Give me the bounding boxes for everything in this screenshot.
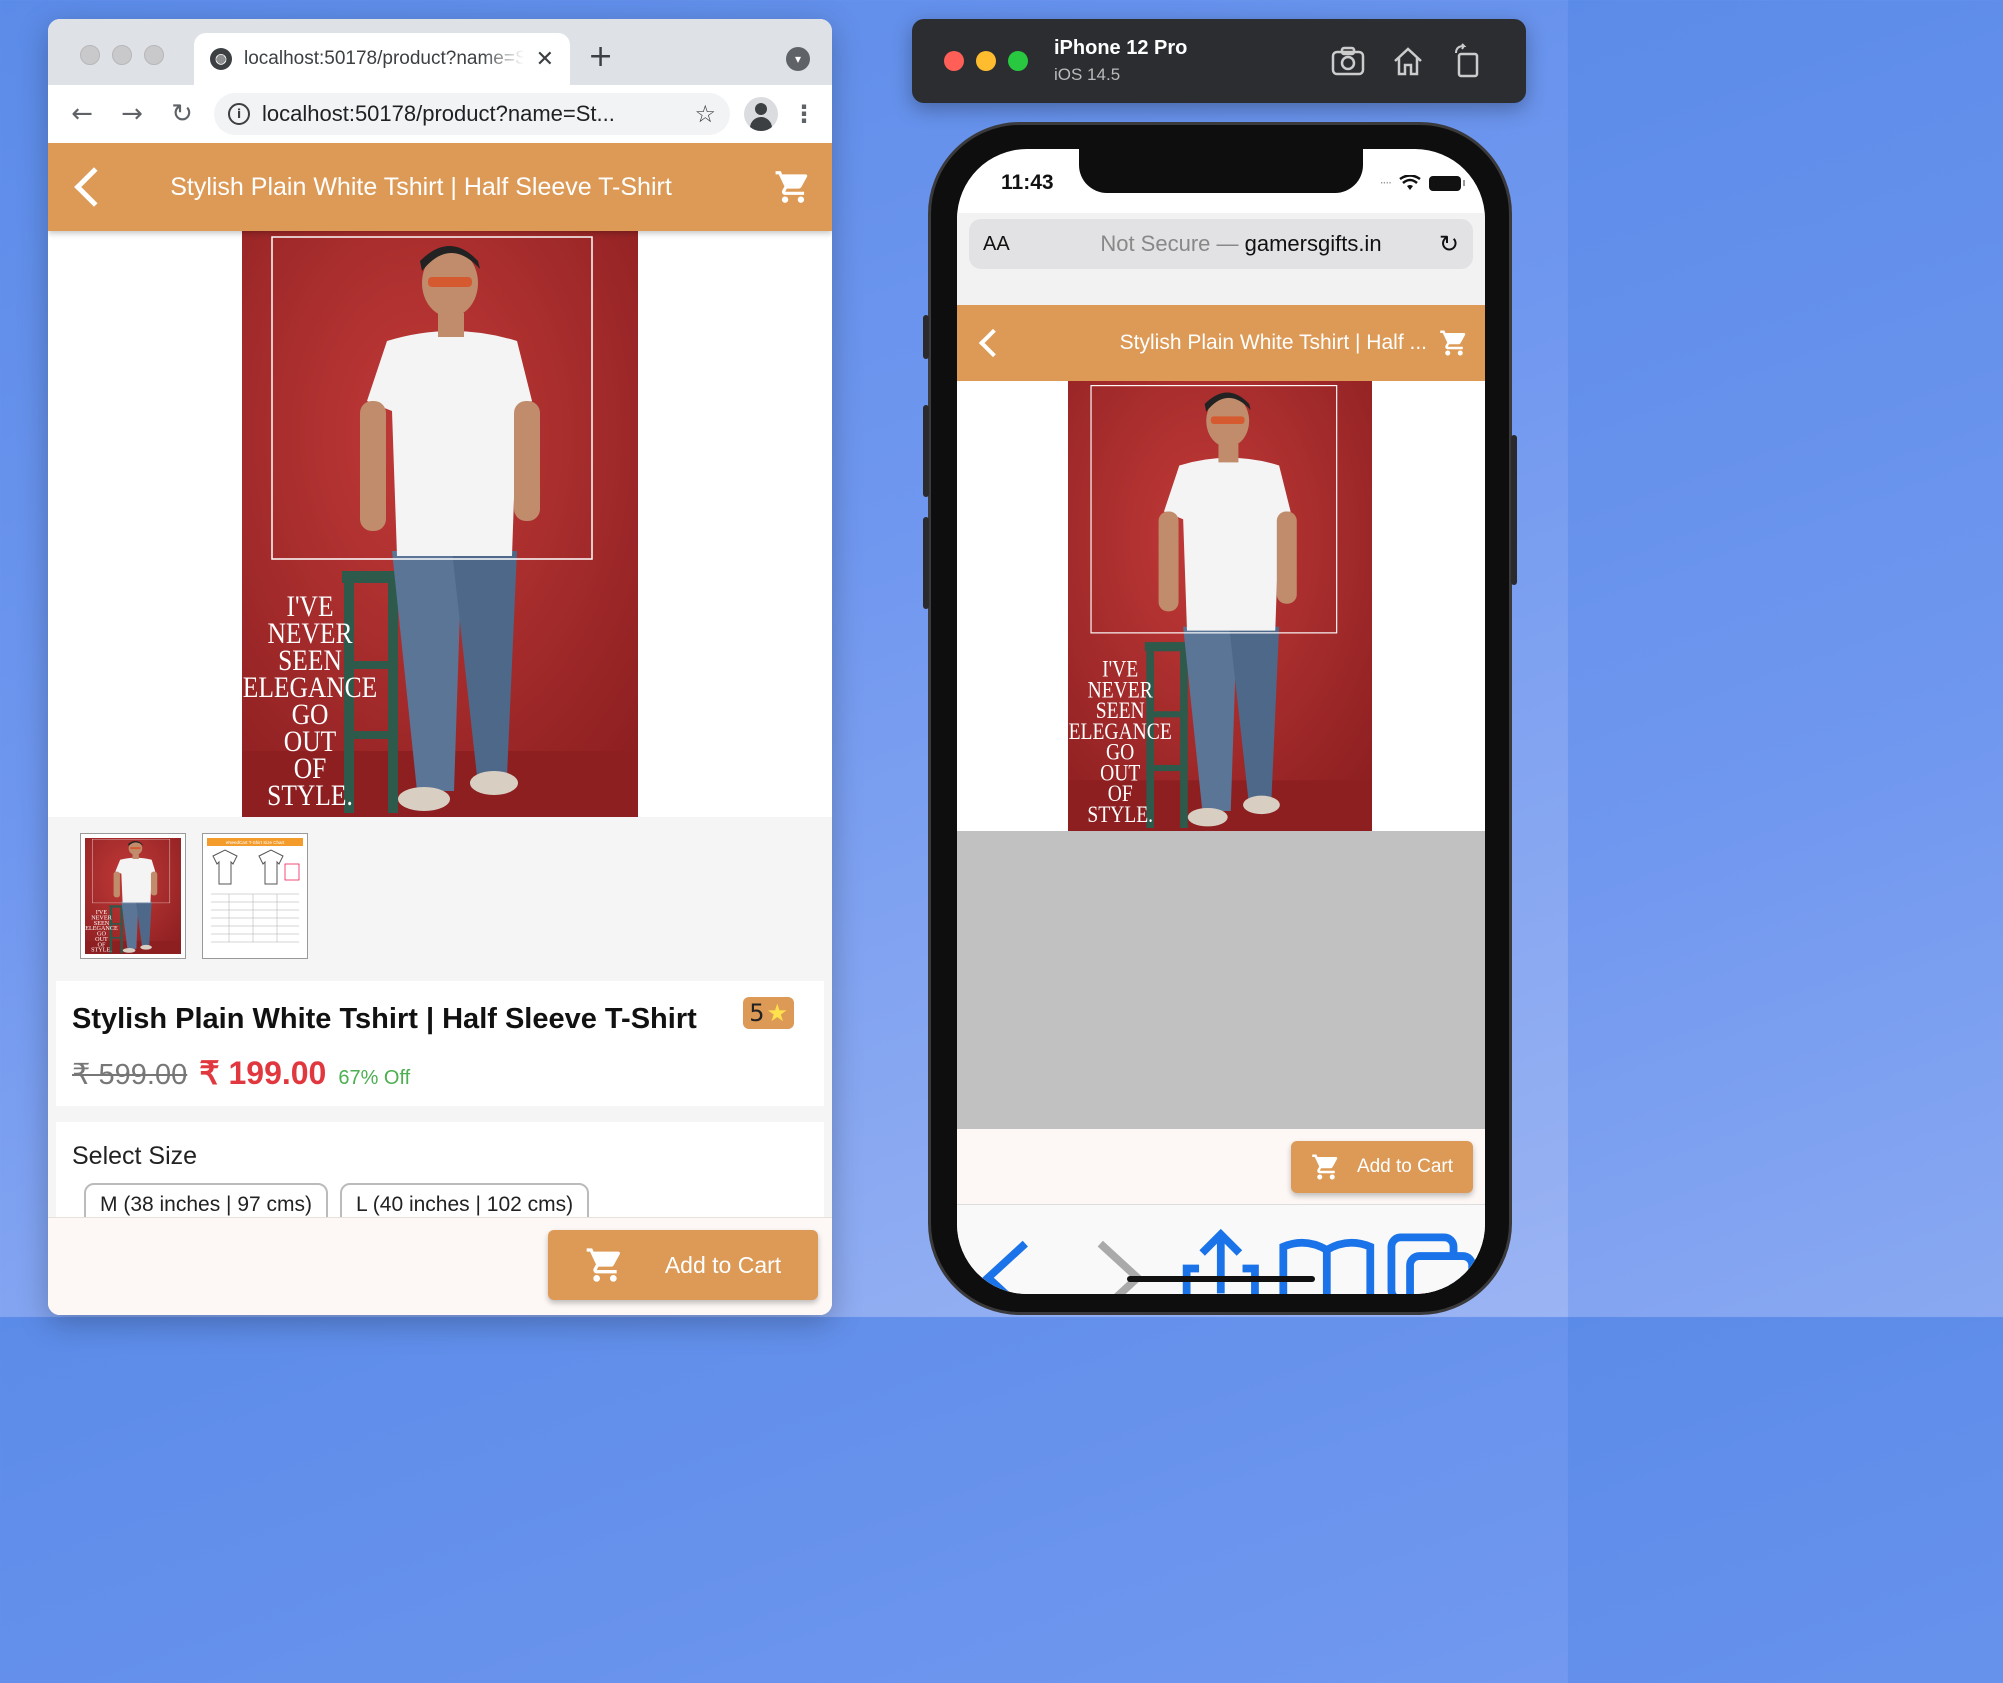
cart-icon[interactable]	[774, 168, 812, 206]
hero-area	[48, 231, 832, 817]
product-title: Stylish Plain White Tshirt | Half Sleeve…	[72, 1003, 697, 1035]
minimize-window-button[interactable]	[976, 51, 996, 71]
close-window-button[interactable]	[944, 51, 964, 71]
cart-icon	[585, 1245, 625, 1285]
app-bar: Stylish Plain White Tshirt | Half Sleeve…	[48, 143, 832, 231]
bookmark-star-icon[interactable]: ☆	[694, 100, 716, 128]
forward-chevron-icon[interactable]	[1063, 1225, 1169, 1294]
address-bar[interactable]: i localhost:50178/product?name=St... ☆	[214, 93, 730, 135]
back-chevron-icon[interactable]	[957, 1225, 1063, 1294]
window-controls	[80, 45, 164, 65]
address-text[interactable]: localhost:50178/product?name=St...	[262, 101, 682, 127]
more-menu-icon[interactable]: ⋮	[792, 100, 816, 128]
reload-icon[interactable]: ↻	[164, 99, 200, 129]
mobile-add-to-cart-label: Add to Cart	[1356, 1156, 1454, 1177]
product-info-card: Stylish Plain White Tshirt | Half Sleeve…	[56, 981, 824, 1106]
browser-window: ◍ localhost:50178/product?name=Stylish P…	[48, 19, 832, 1315]
simulator-os-version: iOS 14.5	[1054, 65, 1121, 84]
mobile-product-image[interactable]	[1068, 381, 1372, 831]
cart-icon[interactable]	[1439, 328, 1469, 358]
tab-strip: ◍ localhost:50178/product?name=Stylish P…	[48, 19, 832, 85]
bookmarks-icon[interactable]	[1274, 1225, 1380, 1294]
add-to-cart-label: Add to Cart	[664, 1251, 782, 1278]
safari-url[interactable]: Not Secure — gamersgifts.in	[1043, 231, 1439, 257]
product-image[interactable]	[242, 231, 638, 817]
screenshot-camera-icon[interactable]	[1330, 43, 1366, 79]
share-icon[interactable]	[1168, 1225, 1274, 1294]
simulator-device-name: iPhone 12 Pro	[1054, 37, 1188, 59]
add-to-cart-button[interactable]: Add to Cart	[548, 1230, 818, 1300]
reload-icon[interactable]: ↻	[1439, 230, 1459, 259]
size-chart-title: eNeedCart T-Shirt Size Chart	[226, 840, 285, 845]
reader-aa-button[interactable]: AA	[983, 233, 1043, 256]
mobile-bottom-bar: Add to Cart	[957, 1129, 1485, 1205]
app-bar-title: Stylish Plain White Tshirt | Half Sleeve…	[170, 172, 672, 201]
status-time: 11:43	[1001, 171, 1054, 194]
back-arrow-icon[interactable]: ←	[64, 99, 100, 129]
iphone-device: 11:43 ···· AA Not Secure — gamersgifts.i…	[923, 122, 1517, 1315]
volume-up-button[interactable]	[923, 405, 929, 497]
notch	[1079, 149, 1363, 193]
maximize-window-button[interactable]	[1008, 51, 1028, 71]
thumbnail-size-chart[interactable]: eNeedCart T-Shirt Size Chart	[202, 833, 308, 959]
discount-label: 67% Off	[338, 1067, 411, 1089]
price-row: ₹ 599.00 ₹ 199.00 67% Off	[72, 1054, 808, 1092]
tab-title: localhost:50178/product?name=Stylish Pla…	[244, 48, 524, 69]
simulator-toolbar	[1330, 43, 1486, 79]
wifi-icon	[1399, 175, 1421, 190]
minimize-window-button[interactable]	[112, 45, 132, 65]
url-host: gamersgifts.in	[1244, 231, 1382, 256]
safari-address-bar[interactable]: AA Not Secure — gamersgifts.in ↻	[969, 219, 1473, 269]
new-tab-button[interactable]: +	[588, 39, 613, 74]
star-icon: ★	[766, 999, 788, 1027]
globe-icon: ◍	[210, 48, 232, 70]
phone-screen: 11:43 ···· AA Not Secure — gamersgifts.i…	[957, 149, 1485, 1294]
rotate-icon[interactable]	[1450, 43, 1486, 79]
close-tab-icon[interactable]: ✕	[536, 47, 554, 72]
rating-value: 5	[749, 999, 765, 1027]
side-button[interactable]	[1511, 435, 1517, 585]
sale-price: ₹ 199.00	[199, 1055, 327, 1091]
close-window-button[interactable]	[80, 45, 100, 65]
mobile-hero-area	[957, 381, 1485, 831]
battery-icon	[1429, 175, 1465, 191]
product-page: Stylish Plain White Tshirt | Half Sleeve…	[48, 143, 832, 1315]
thumbnail-strip: eNeedCart T-Shirt Size Chart	[48, 817, 832, 981]
volume-down-button[interactable]	[923, 517, 929, 609]
bottom-bar: Add to Cart	[48, 1217, 832, 1315]
status-icons: ····	[1379, 175, 1465, 191]
mobile-app-bar-title: Stylish Plain White Tshirt | Half ...	[1119, 331, 1427, 354]
mute-switch[interactable]	[923, 315, 929, 359]
mobile-add-to-cart-button[interactable]: Add to Cart	[1291, 1141, 1473, 1193]
profile-avatar-icon[interactable]	[744, 97, 778, 131]
maximize-window-button[interactable]	[144, 45, 164, 65]
simulator-window-controls	[944, 51, 1028, 71]
tabs-icon[interactable]	[1379, 1225, 1485, 1294]
thumbnail-model[interactable]	[80, 833, 186, 959]
mobile-app-bar: Stylish Plain White Tshirt | Half ...	[957, 305, 1485, 381]
simulator-titlebar: iPhone 12 Pro iOS 14.5	[912, 19, 1526, 103]
safari-address-area: AA Not Secure — gamersgifts.in ↻	[957, 213, 1485, 305]
not-secure-label: Not Secure —	[1100, 231, 1245, 256]
tab-search-icon[interactable]: ▾	[786, 47, 810, 71]
loading-placeholder	[957, 831, 1485, 1129]
home-indicator[interactable]	[1127, 1276, 1315, 1282]
original-price: ₹ 599.00	[72, 1059, 188, 1091]
signal-icon: ····	[1379, 176, 1392, 190]
forward-arrow-icon[interactable]: →	[114, 99, 150, 129]
browser-toolbar: ← → ↻ i localhost:50178/product?name=St.…	[48, 85, 832, 143]
rating-badge: 5 ★	[743, 997, 794, 1029]
cart-icon	[1311, 1152, 1341, 1182]
size-label: Select Size	[72, 1142, 198, 1170]
home-icon[interactable]	[1390, 43, 1426, 79]
browser-tab[interactable]: ◍ localhost:50178/product?name=Stylish P…	[194, 33, 570, 85]
site-info-icon[interactable]: i	[228, 103, 250, 125]
